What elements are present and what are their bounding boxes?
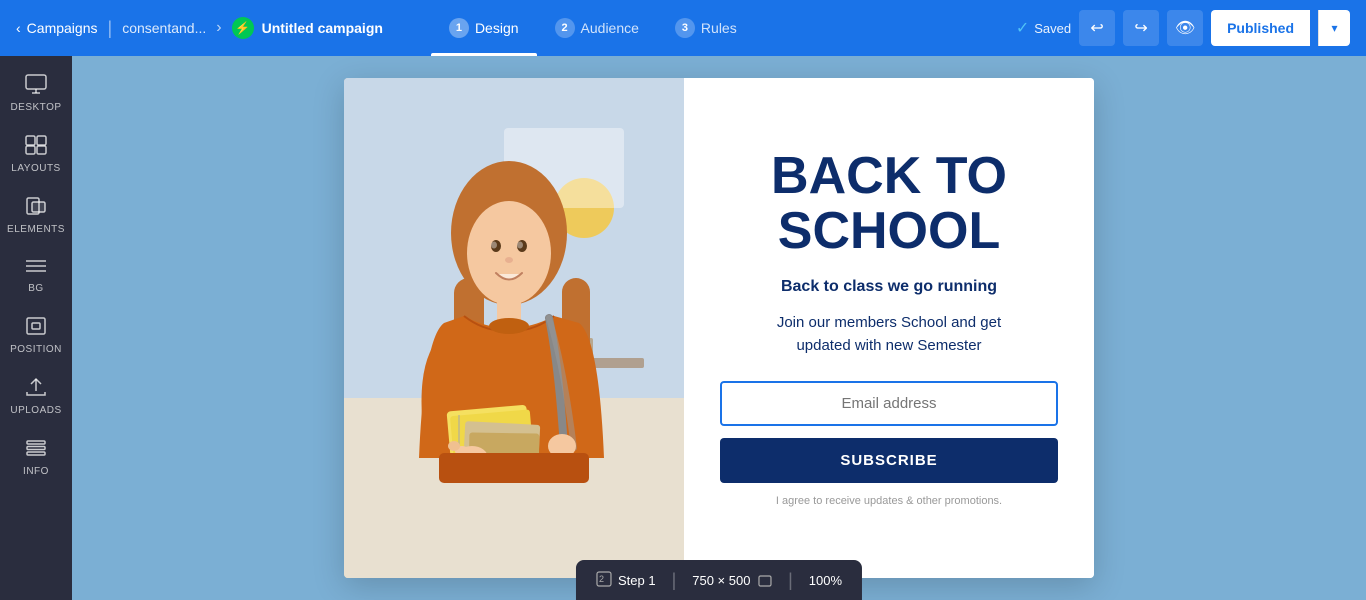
sidebar-item-layouts[interactable]: LAYOUTS [4, 125, 68, 182]
publish-dropdown-button[interactable]: ▾ [1318, 10, 1350, 46]
popup-description: Join our members School and getupdated w… [777, 312, 1001, 357]
tab-rules[interactable]: 3 Rules [657, 0, 755, 56]
elements-icon [25, 196, 47, 220]
bottom-status-bar: 2 Step 1 | 750 × 500 | 100% [576, 560, 862, 600]
tab-design-num: 1 [449, 18, 469, 38]
redo-button[interactable]: ↪ [1123, 10, 1159, 46]
tab-rules-num: 3 [675, 18, 695, 38]
info-icon [25, 438, 47, 462]
saved-indicator: ✓ Saved [1016, 18, 1071, 38]
student-illustration [344, 78, 684, 578]
publish-button[interactable]: Published [1211, 10, 1310, 46]
campaign-name: Untitled campaign [262, 20, 383, 36]
campaigns-label: Campaigns [27, 20, 98, 36]
tab-design-label: Design [475, 20, 519, 36]
tab-audience-num: 2 [555, 18, 575, 38]
nav-separator: | [108, 18, 113, 39]
nav-right-actions: ✓ Saved ↩ ↪ 👁 Published ▾ [1016, 10, 1350, 46]
desktop-icon [25, 74, 47, 98]
position-icon [25, 316, 47, 340]
dimensions-display: 750 × 500 [692, 572, 772, 588]
popup-title: BACK TO SCHOOL [771, 149, 1007, 258]
zoom-level: 100% [809, 573, 842, 588]
back-to-campaigns-button[interactable]: ‹ Campaigns [16, 20, 98, 36]
undo-icon: ↩ [1090, 18, 1103, 38]
agree-text: I agree to receive updates & other promo… [776, 495, 1002, 507]
sidebar-bg-label: BG [28, 283, 43, 294]
uploads-icon [25, 377, 47, 401]
bottom-separator-2: | [788, 570, 793, 591]
saved-label: Saved [1034, 21, 1071, 36]
breadcrumb-arrow: › [216, 19, 221, 37]
sidebar-uploads-label: UPLOADS [10, 405, 61, 416]
sidebar-desktop-label: DESKTOP [10, 102, 61, 113]
popup-image-panel [344, 78, 684, 578]
bottom-separator-1: | [672, 570, 677, 591]
tab-audience-label: Audience [581, 20, 639, 36]
checkmark-icon: ✓ [1016, 18, 1029, 38]
nav-tabs: 1 Design 2 Audience 3 Rules [431, 0, 755, 56]
top-navigation: ‹ Campaigns | consentand... › ⚡ Untitled… [0, 0, 1366, 56]
sidebar-item-uploads[interactable]: UPLOADS [4, 367, 68, 424]
sidebar-item-position[interactable]: POSITION [4, 306, 68, 363]
breadcrumb-org[interactable]: consentand... [122, 20, 206, 36]
preview-button[interactable]: 👁 [1167, 10, 1203, 46]
canvas-area[interactable]: BACK TO SCHOOL Back to class we go runni… [72, 56, 1366, 600]
sidebar-elements-label: ELEMENTS [7, 224, 65, 235]
email-input[interactable] [720, 381, 1058, 426]
chevron-left-icon: ‹ [16, 20, 21, 36]
subscribe-button[interactable]: SUBSCRIBE [720, 438, 1058, 483]
redo-icon: ↪ [1134, 18, 1147, 38]
dimensions-icon [758, 572, 772, 588]
popup-preview: BACK TO SCHOOL Back to class we go runni… [344, 78, 1094, 578]
step-indicator: 2 Step 1 [596, 571, 656, 590]
step-icon: 2 [596, 571, 612, 590]
popup-title-line1: BACK TO [771, 147, 1007, 205]
sidebar: DESKTOP LAYOUTS ELEMENTS [0, 56, 72, 600]
tab-design[interactable]: 1 Design [431, 0, 537, 56]
step-label: Step 1 [618, 573, 656, 588]
chevron-down-icon: ▾ [1331, 21, 1337, 35]
popup-title-line2: SCHOOL [778, 202, 1000, 260]
tab-audience[interactable]: 2 Audience [537, 0, 657, 56]
sidebar-item-elements[interactable]: ELEMENTS [4, 186, 68, 243]
sidebar-layouts-label: LAYOUTS [11, 163, 60, 174]
sidebar-position-label: POSITION [10, 344, 62, 355]
campaign-icon: ⚡ [232, 17, 254, 39]
sidebar-item-info[interactable]: INFO [4, 428, 68, 485]
eye-icon: 👁 [1175, 18, 1195, 38]
undo-button[interactable]: ↩ [1079, 10, 1115, 46]
dimensions-value: 750 × 500 [692, 573, 750, 588]
popup-subtitle: Back to class we go running [781, 278, 997, 296]
bg-icon [25, 257, 47, 279]
sidebar-item-bg[interactable]: BG [4, 247, 68, 302]
popup-content-panel: BACK TO SCHOOL Back to class we go runni… [684, 78, 1094, 578]
tab-rules-label: Rules [701, 20, 737, 36]
sidebar-item-desktop[interactable]: DESKTOP [4, 64, 68, 121]
layouts-icon [25, 135, 47, 159]
main-layout: DESKTOP LAYOUTS ELEMENTS [0, 56, 1366, 600]
sidebar-info-label: INFO [23, 466, 49, 477]
svg-text:2: 2 [599, 574, 604, 584]
